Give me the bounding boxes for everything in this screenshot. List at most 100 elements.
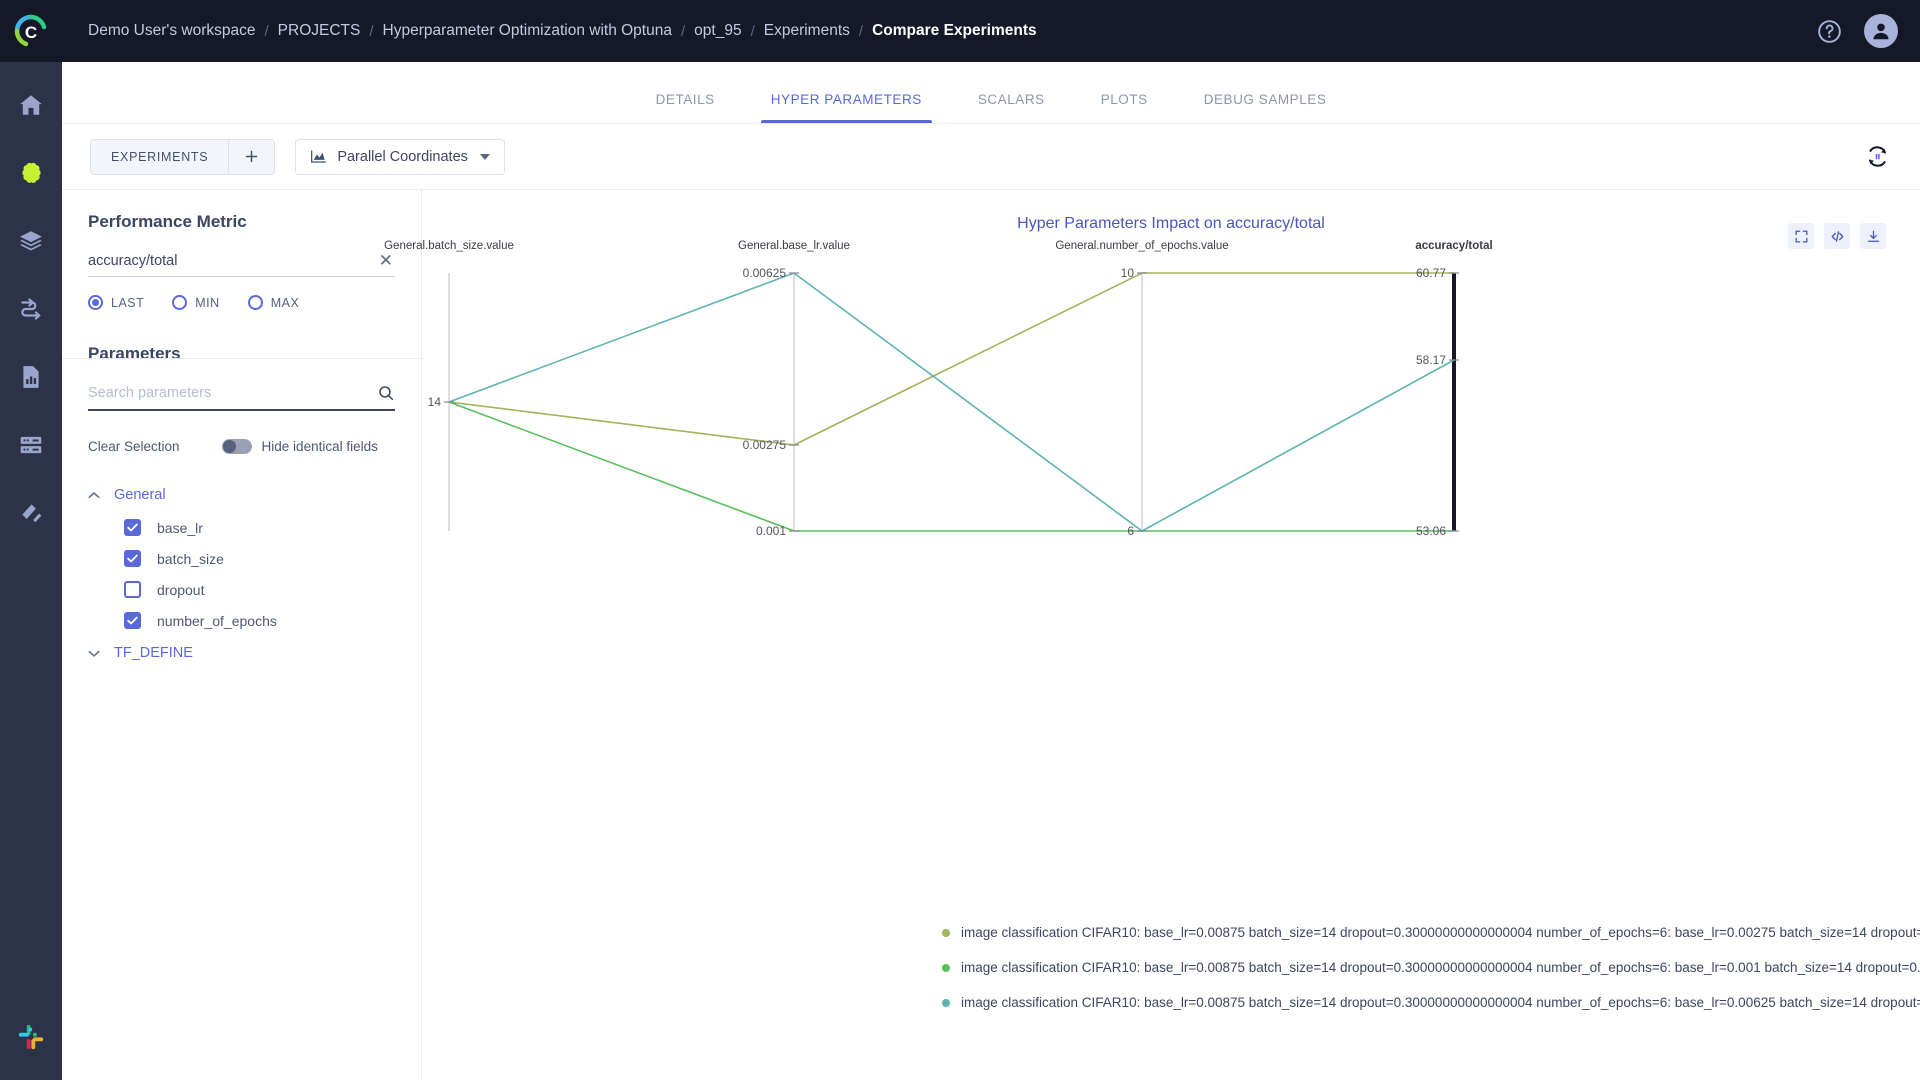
download-icon [1867, 230, 1879, 242]
radio-dot [172, 295, 188, 310]
auto-refresh-button[interactable] [1860, 140, 1894, 174]
series-line-2[interactable] [448, 272, 1455, 532]
sidebar-item-experiments[interactable] [10, 152, 52, 194]
chart-area-icon [311, 150, 327, 163]
radio-dot [88, 295, 103, 310]
parameter-tree: General base_lr batch_sizedropout number_of… [88, 482, 395, 666]
axis-title-0: General.batch_size.value [384, 240, 514, 252]
tab-hyper-parameters[interactable]: HYPER PARAMETERS [743, 92, 950, 123]
rail-item-list [10, 84, 52, 534]
metric-radio-last[interactable]: LAST [88, 295, 144, 310]
sidebar-item-workers[interactable] [10, 424, 52, 466]
legend-color-dot [942, 998, 950, 1007]
tab-plots[interactable]: PLOTS [1073, 92, 1176, 123]
chevron-down-icon [480, 153, 491, 160]
experiments-button[interactable]: EXPERIMENTS [91, 140, 228, 174]
metric-radio-max[interactable]: MAX [247, 295, 300, 310]
breadcrumb-item-4[interactable]: Experiments [764, 22, 850, 40]
breadcrumb-separator: / [264, 22, 269, 40]
experiments-button-group: EXPERIMENTS [90, 138, 276, 175]
clear-selection-button[interactable]: Clear Selection [88, 439, 180, 454]
panel-divider [62, 358, 421, 359]
param-item-number_of_epochs[interactable]: number_of_epochs [124, 605, 395, 636]
axis-tick-label: 60.77 [1416, 266, 1446, 280]
legend-label: image classification CIFAR10: base_lr=0.… [961, 925, 1920, 940]
param-item-label: dropout [157, 581, 205, 598]
chevron-down-icon[interactable] [88, 649, 100, 658]
tab-debug-samples[interactable]: DEBUG SAMPLES [1176, 92, 1355, 123]
app-logo[interactable]: C [0, 0, 62, 62]
performance-metric-title: Performance Metric [88, 212, 247, 231]
app-root: C Demo User's workspace / PROJECTS / Hyp… [0, 0, 1920, 1080]
expand-icon [1795, 230, 1807, 242]
sidebar-item-slack[interactable] [10, 1016, 52, 1058]
legend-label: image classification CIFAR10: base_lr=0.… [961, 995, 1920, 1010]
breadcrumb-item-2[interactable]: Hyperparameter Optimization with Optuna [383, 22, 672, 40]
param-group-children: base_lr batch_sizedropout number_of_epochs [124, 512, 395, 636]
brain-icon [21, 162, 41, 183]
breadcrumb-item-5: Compare Experiments [872, 22, 1037, 39]
toggle-switch[interactable] [221, 439, 252, 454]
left-nav-rail: C [0, 0, 62, 1080]
hide-identical-fields-toggle[interactable]: Hide identical fields [221, 439, 378, 454]
series-line-0[interactable] [448, 272, 1454, 446]
checkbox[interactable] [124, 550, 141, 567]
breadcrumb: Demo User's workspace / PROJECTS / Hyperpara… [88, 22, 1814, 40]
axis-tick-label: 0.001 [756, 524, 786, 538]
checkbox[interactable] [124, 581, 141, 598]
tab-bar: DETAILS HYPER PARAMETERS SCALARS PLOTS DEBUG… [62, 62, 1920, 124]
legend-item[interactable]: image classification CIFAR10: base_lr=0.… [942, 925, 1920, 940]
checkbox[interactable] [124, 519, 141, 536]
param-group-tf_define[interactable]: TF_DEFINE [88, 640, 395, 666]
checkbox[interactable] [124, 612, 141, 629]
close-icon[interactable]: ✕ [377, 252, 395, 269]
help-button[interactable] [1814, 16, 1844, 46]
axis-title-3: accuracy/total [1415, 240, 1493, 252]
legend-item[interactable]: image classification CIFAR10: base_lr=0.… [942, 995, 1920, 1010]
header-actions [1814, 14, 1898, 48]
top-header: Demo User's workspace / PROJECTS / Hyperpara… [62, 0, 1920, 62]
plot-type-select[interactable]: Parallel Coordinates [295, 138, 506, 175]
add-experiment-button[interactable] [228, 139, 275, 174]
metric-radio-min[interactable]: MIN [172, 295, 219, 310]
page-title: Hyper Parameters Impact on accuracy/tota… [1017, 215, 1325, 232]
parallel-coordinates-plot[interactable]: 14 0.00625 0.00275 0.001 10 6 60.77 58.17 53.06 [422, 245, 1920, 775]
sidebar-item-pipelines[interactable] [10, 288, 52, 330]
breadcrumb-item-1[interactable]: PROJECTS [278, 22, 361, 40]
chart-panel: Hyper Parameters Impact on accuracy/tota… [384, 190, 1920, 1080]
breadcrumb-item-3[interactable]: opt_95 [694, 22, 741, 40]
legend-color-dot [942, 928, 950, 937]
tab-scalars[interactable]: SCALARS [950, 92, 1073, 123]
search-parameters-field[interactable] [88, 384, 395, 411]
radio-label: MAX [270, 295, 300, 310]
sidebar-item-datasets[interactable] [10, 220, 52, 262]
avatar[interactable] [1864, 14, 1898, 48]
param-group-general[interactable]: General [88, 482, 395, 508]
search-icon[interactable] [377, 384, 395, 402]
search-input[interactable] [88, 385, 377, 401]
param-item-batch_size[interactable]: batch_size [124, 543, 395, 574]
axis-tick-label: 53.06 [1416, 524, 1446, 538]
param-group-label: General [114, 487, 166, 503]
sidebar-item-applications[interactable] [10, 492, 52, 534]
axis-tick-label: 14 [428, 395, 442, 409]
legend-item[interactable]: image classification CIFAR10: base_lr=0.… [942, 960, 1920, 975]
refresh-pause-icon [1868, 146, 1886, 167]
tab-details[interactable]: DETAILS [628, 92, 743, 123]
hide-identical-fields-label: Hide identical fields [261, 439, 378, 454]
performance-metric-field[interactable]: accuracy/total ✕ [88, 252, 395, 277]
param-item-label: base_lr [157, 519, 203, 536]
breadcrumb-separator: / [858, 22, 864, 40]
chart-legend: image classification CIFAR10: base_lr=0.… [942, 925, 1920, 1010]
svg-text:C: C [25, 23, 37, 42]
selection-controls: Clear Selection Hide identical fields [88, 439, 395, 454]
param-item-dropout[interactable]: dropout [124, 574, 395, 605]
param-item-base_lr[interactable]: base_lr [124, 512, 395, 543]
sidebar-item-home[interactable] [10, 84, 52, 126]
breadcrumb-item-0[interactable]: Demo User's workspace [88, 22, 255, 40]
chevron-up-icon[interactable] [88, 491, 100, 500]
sidebar-item-reports[interactable] [10, 356, 52, 398]
legend-color-dot [942, 963, 950, 972]
axis-tick-label: 58.17 [1416, 353, 1446, 367]
plot-type-value: Parallel Coordinates [337, 148, 468, 165]
